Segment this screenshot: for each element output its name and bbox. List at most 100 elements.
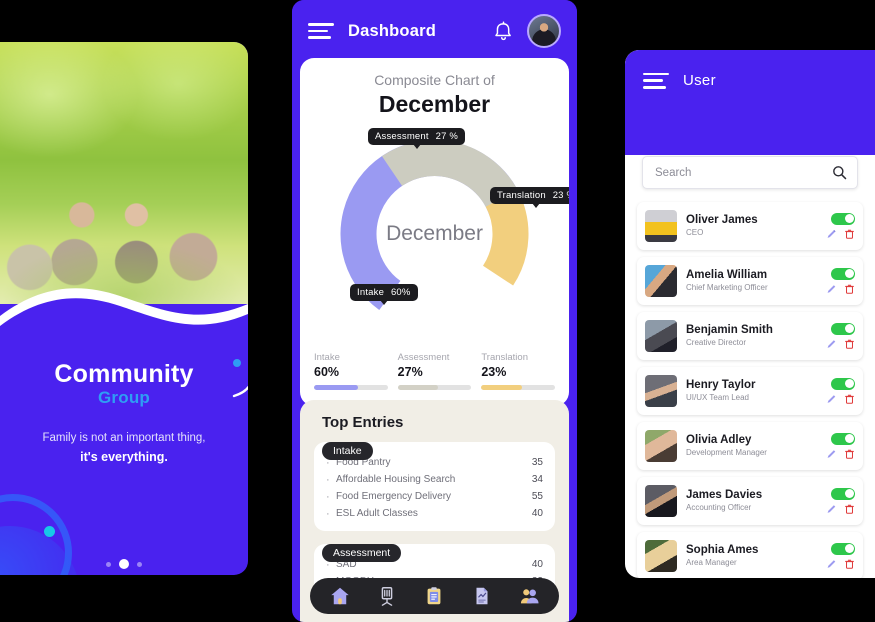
- table-row[interactable]: Henry Taylor UI/UX Team Lead: [637, 367, 863, 415]
- pencil-icon[interactable]: [826, 448, 837, 460]
- entry-group-intake: Intake · Food Pantry 35 · Affordable Hou…: [314, 442, 555, 531]
- user-name: Henry Taylor: [686, 378, 756, 391]
- entry-value: 40: [531, 508, 543, 519]
- brand-name-primary: Community: [54, 360, 194, 388]
- user-name: Olivia Adley: [686, 433, 752, 446]
- bullet-icon: ·: [326, 473, 330, 486]
- pencil-icon[interactable]: [826, 228, 837, 240]
- avatar: [645, 540, 677, 572]
- entry-value: 35: [531, 457, 543, 468]
- trash-icon[interactable]: [844, 393, 855, 405]
- user-info: Olivia Adley Development Manager: [686, 433, 826, 459]
- row-actions: [826, 267, 855, 295]
- people-icon[interactable]: [518, 585, 540, 607]
- table-row[interactable]: Sophia Ames Area Manager: [637, 532, 863, 578]
- stat-translation-bar: [481, 384, 556, 390]
- tooltip-intake-value: 60%: [390, 286, 411, 298]
- carousel-dot-1[interactable]: [106, 561, 111, 567]
- bell-icon[interactable]: [494, 20, 513, 42]
- document-chart-icon[interactable]: [471, 585, 493, 607]
- row-actions: [826, 322, 855, 350]
- list-item[interactable]: · Food Emergency Delivery 55: [326, 488, 543, 505]
- bullet-icon: ·: [326, 507, 330, 520]
- user-role: Development Manager: [686, 448, 767, 458]
- list-item[interactable]: · ESL Adult Classes 40: [326, 505, 543, 522]
- entry-chip-intake: Intake: [322, 442, 373, 460]
- row-actions: [826, 212, 855, 240]
- user-name: Benjamin Smith: [686, 323, 773, 336]
- search-icon[interactable]: [832, 165, 847, 180]
- carousel-dots[interactable]: [0, 559, 248, 569]
- user-panel-header-row: User: [625, 50, 875, 89]
- clipboard-list-icon[interactable]: [423, 585, 445, 607]
- tooltip-assessment: Assessment 27 %: [368, 127, 466, 149]
- trash-icon[interactable]: [844, 283, 855, 295]
- hamburger-icon[interactable]: [643, 72, 669, 89]
- user-name: Amelia William: [686, 268, 768, 281]
- user-panel-header: User: [625, 50, 875, 155]
- search-input[interactable]: [653, 165, 832, 180]
- stat-intake-bar: [314, 384, 388, 390]
- avatar: [645, 265, 677, 297]
- home-icon[interactable]: [329, 585, 351, 607]
- pencil-icon[interactable]: [826, 283, 837, 295]
- status-toggle[interactable]: [831, 487, 855, 500]
- user-name: Sophia Ames: [686, 543, 759, 556]
- entry-value: 34: [531, 474, 543, 485]
- list-item[interactable]: · Affordable Housing Search 34: [326, 471, 543, 488]
- stat-assessment: Assessment 27%: [397, 351, 472, 390]
- tagline-line-1: Family is not an important thing,: [42, 432, 206, 444]
- tooltip-intake: Intake 60%: [350, 283, 418, 305]
- community-group-panel: Community Group Family is not an importa…: [0, 42, 248, 575]
- tooltip-translation: Translation 23 %: [490, 186, 569, 208]
- status-toggle[interactable]: [831, 542, 855, 555]
- table-row[interactable]: Oliver James CEO: [637, 202, 863, 250]
- trash-icon[interactable]: [844, 448, 855, 460]
- trash-icon[interactable]: [844, 338, 855, 350]
- row-icon-group: [826, 283, 855, 295]
- carousel-dot-2[interactable]: [119, 559, 129, 569]
- user-role: Area Manager: [686, 558, 737, 568]
- table-row[interactable]: Amelia William Chief Marketing Officer: [637, 257, 863, 305]
- bottom-navigation: [310, 578, 559, 614]
- entry-name: Affordable Housing Search: [336, 474, 456, 485]
- table-row[interactable]: Benjamin Smith Creative Director: [637, 312, 863, 360]
- trash-icon[interactable]: [844, 503, 855, 515]
- user-role: CEO: [686, 228, 704, 238]
- status-toggle[interactable]: [831, 212, 855, 225]
- row-icon-group: [826, 558, 855, 570]
- pencil-icon[interactable]: [826, 393, 837, 405]
- status-toggle[interactable]: [831, 322, 855, 335]
- row-actions: [826, 542, 855, 570]
- tooltip-translation-label: Translation: [497, 189, 546, 201]
- stat-intake-label: Intake: [314, 351, 340, 363]
- dashboard-panel: Dashboard Composite Chart of December De…: [292, 0, 577, 622]
- hamburger-icon[interactable]: [308, 23, 334, 39]
- easel-chart-icon[interactable]: [376, 585, 398, 607]
- trash-icon[interactable]: [844, 228, 855, 240]
- table-row[interactable]: James Davies Accounting Officer: [637, 477, 863, 525]
- decorative-dot: [44, 526, 55, 537]
- header-actions: [494, 14, 561, 48]
- pencil-icon[interactable]: [826, 558, 837, 570]
- search-bar[interactable]: [642, 156, 858, 189]
- status-toggle[interactable]: [831, 432, 855, 445]
- stat-assessment-bar: [397, 384, 472, 390]
- user-info: James Davies Accounting Officer: [686, 488, 826, 514]
- family-photo: [0, 42, 248, 304]
- avatar: [645, 210, 677, 242]
- entry-name: Food Emergency Delivery: [336, 491, 452, 502]
- table-row[interactable]: Olivia Adley Development Manager: [637, 422, 863, 470]
- stat-translation-value: 23%: [481, 364, 507, 379]
- dashboard-header: Dashboard: [292, 0, 577, 62]
- carousel-dot-3[interactable]: [137, 561, 142, 567]
- status-toggle[interactable]: [831, 267, 855, 280]
- tagline-line-2: it's everything.: [80, 449, 168, 464]
- status-toggle[interactable]: [831, 377, 855, 390]
- stat-intake-value: 60%: [314, 364, 340, 379]
- trash-icon[interactable]: [844, 558, 855, 570]
- pencil-icon[interactable]: [826, 503, 837, 515]
- user-list: Oliver James CEO Amelia William Chief Ma…: [625, 202, 875, 578]
- user-avatar[interactable]: [527, 14, 561, 48]
- pencil-icon[interactable]: [826, 338, 837, 350]
